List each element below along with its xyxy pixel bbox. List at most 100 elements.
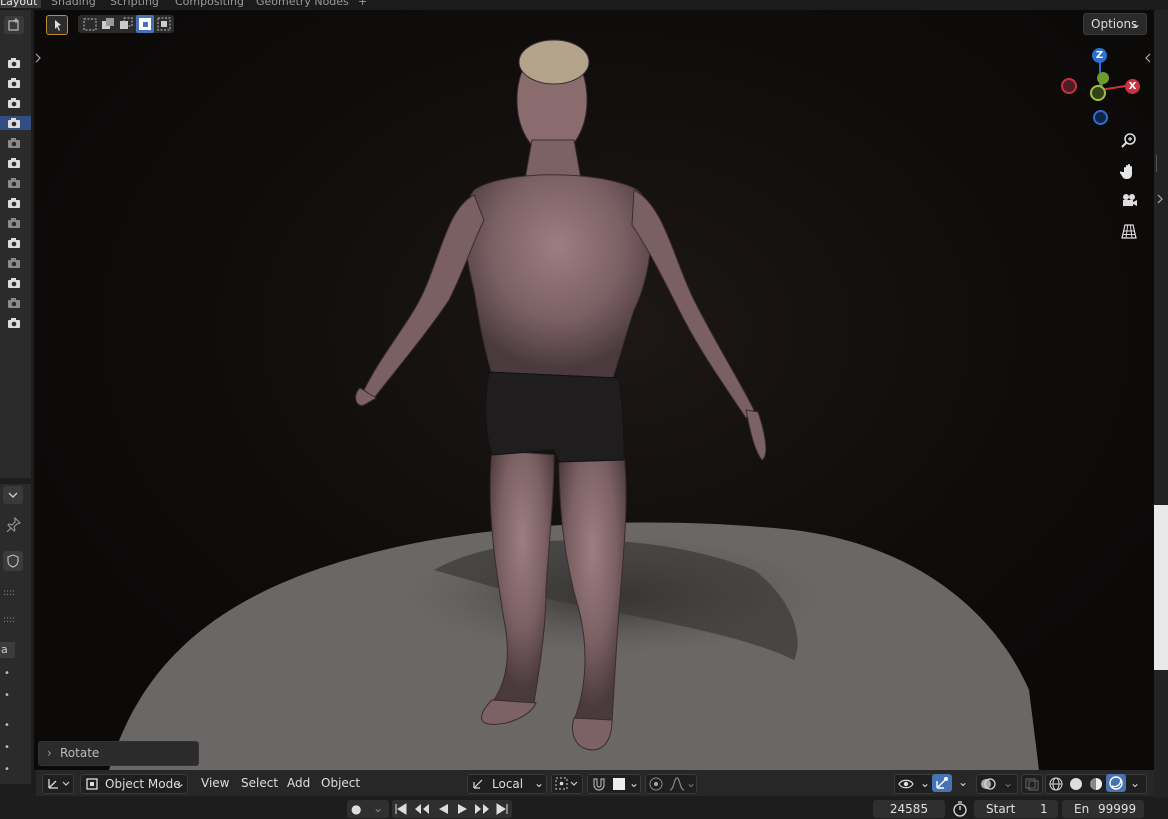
snap-increment-icon[interactable] — [612, 777, 626, 791]
menu-object[interactable]: Object — [321, 770, 360, 796]
select-tool-button[interactable] — [46, 15, 68, 35]
outliner-panel — [0, 10, 31, 478]
proportional-edit-group: ⌄ — [645, 774, 697, 794]
render-visibility-toggle[interactable] — [6, 176, 22, 190]
play-icon[interactable] — [455, 802, 469, 816]
chevron-down-icon: ⌄ — [686, 776, 697, 790]
render-visibility-toggle[interactable] — [6, 236, 22, 250]
falloff-curve-icon[interactable] — [668, 776, 686, 792]
render-visibility-toggle[interactable] — [6, 216, 22, 230]
tab-geometry-nodes[interactable]: Geometry Nodes — [256, 0, 349, 8]
visibility-dropdown[interactable]: ⌄ — [894, 774, 936, 794]
chevron-right-icon[interactable] — [34, 52, 42, 64]
editor-type-dropdown[interactable] — [42, 774, 74, 794]
record-icon[interactable]: ● — [351, 800, 361, 818]
camera-icon — [8, 118, 20, 128]
camera-icon — [8, 298, 20, 308]
gizmo-toggle-button[interactable] — [932, 774, 952, 792]
solid-shading-icon[interactable] — [1068, 776, 1084, 792]
truncated-field[interactable]: a — [0, 642, 15, 658]
shield-icon — [7, 554, 19, 568]
select-new-icon[interactable] — [82, 16, 98, 32]
select-extend-icon[interactable] — [100, 16, 116, 32]
mode-dropdown[interactable]: Object Mode ⌄ — [80, 774, 188, 794]
axis-neg-y[interactable] — [1090, 85, 1106, 101]
stopwatch-icon[interactable] — [952, 801, 968, 817]
rendered-shading-button[interactable] — [1106, 774, 1126, 792]
select-subtract-icon[interactable] — [118, 16, 134, 32]
camera-view-icon[interactable] — [1120, 192, 1138, 210]
wireframe-shading-icon[interactable] — [1048, 776, 1064, 792]
chevron-right-icon[interactable] — [1155, 193, 1165, 205]
current-frame-field[interactable]: 24585 — [873, 800, 945, 818]
tab-compositing[interactable]: Compositing — [175, 0, 244, 8]
transform-orientation-dropdown[interactable]: Local ⌄ — [467, 774, 547, 794]
axis-neg-x[interactable] — [1061, 78, 1077, 94]
render-visibility-toggle[interactable] — [6, 156, 22, 170]
menu-view[interactable]: View — [201, 770, 229, 796]
render-visibility-toggle[interactable] — [6, 256, 22, 270]
zoom-icon[interactable] — [1120, 132, 1138, 150]
next-keyframe-icon[interactable] — [473, 802, 491, 816]
right-edge-strip — [1154, 10, 1168, 800]
drag-handle[interactable]: :::: — [3, 615, 15, 625]
chevron-down-icon: ⌄ — [1130, 17, 1141, 31]
chevron-down-icon: ⌄ — [920, 776, 931, 790]
menu-select[interactable]: Select — [241, 770, 278, 796]
list-bullet: • — [4, 690, 10, 701]
camera-icon — [8, 138, 20, 148]
start-frame-field[interactable]: Start 1 — [974, 800, 1058, 818]
select-invert-icon[interactable] — [136, 15, 154, 33]
tab-shading[interactable]: Shading — [51, 0, 96, 8]
chevron-down-icon — [8, 492, 18, 498]
pin-icon[interactable] — [6, 516, 22, 532]
collapse-button[interactable] — [3, 486, 23, 504]
drag-handle[interactable]: :::: — [3, 588, 15, 598]
playback-controls — [392, 800, 512, 818]
render-visibility-toggle[interactable] — [6, 276, 22, 290]
jump-end-icon[interactable] — [495, 802, 509, 816]
chevron-right-icon: › — [47, 746, 52, 760]
last-operator-panel[interactable]: › Rotate — [38, 741, 199, 766]
render-visibility-toggle[interactable] — [6, 76, 22, 90]
render-visibility-toggle[interactable] — [6, 56, 22, 70]
prev-keyframe-icon[interactable] — [413, 802, 431, 816]
menu-add[interactable]: Add — [287, 770, 310, 796]
object-properties-tab[interactable] — [3, 551, 23, 571]
render-visibility-toggle[interactable] — [0, 116, 31, 130]
tab-layout[interactable]: Layout — [0, 0, 42, 8]
render-visibility-toggle[interactable] — [6, 96, 22, 110]
axis-y[interactable] — [1097, 72, 1109, 84]
play-reverse-icon[interactable] — [436, 802, 450, 816]
end-frame-field[interactable]: En 99999 — [1062, 800, 1144, 818]
hand-pan-icon[interactable] — [1120, 162, 1138, 180]
3d-viewport[interactable] — [34, 10, 1154, 770]
overlays-dropdown[interactable]: ⌄ — [976, 774, 1018, 794]
grid-perspective-icon[interactable] — [1120, 222, 1138, 240]
render-visibility-toggle[interactable] — [6, 136, 22, 150]
select-intersect-icon[interactable] — [156, 16, 172, 32]
new-collection-button[interactable] — [4, 16, 24, 34]
jump-start-icon[interactable] — [394, 802, 408, 816]
tab-scripting[interactable]: Scripting — [110, 0, 159, 8]
axis-x[interactable]: X — [1125, 79, 1140, 94]
material-shading-icon[interactable] — [1088, 776, 1104, 792]
navigation-gizmo[interactable]: Z X — [1055, 45, 1150, 130]
axis-neg-z[interactable] — [1093, 110, 1108, 125]
magnet-icon[interactable] — [591, 776, 607, 792]
chevron-down-icon: ⌄ — [373, 801, 384, 815]
side-tab[interactable] — [1156, 155, 1168, 172]
options-dropdown[interactable]: Options ⌄ — [1083, 13, 1147, 35]
pivot-point-dropdown[interactable] — [551, 774, 583, 794]
xray-toggle[interactable] — [1021, 774, 1043, 794]
render-visibility-toggle[interactable] — [6, 316, 22, 330]
gizmo-icon — [936, 777, 948, 789]
add-workspace-button[interactable]: + — [358, 0, 367, 8]
render-visibility-toggle[interactable] — [6, 296, 22, 310]
proportional-edit-icon[interactable] — [648, 776, 664, 792]
axis-z[interactable]: Z — [1092, 48, 1107, 63]
camera-icon — [8, 238, 20, 248]
viewport-header-bar: Object Mode ⌄ View Select Add Object Loc… — [36, 770, 1154, 796]
camera-icon — [8, 78, 20, 88]
render-visibility-toggle[interactable] — [6, 196, 22, 210]
